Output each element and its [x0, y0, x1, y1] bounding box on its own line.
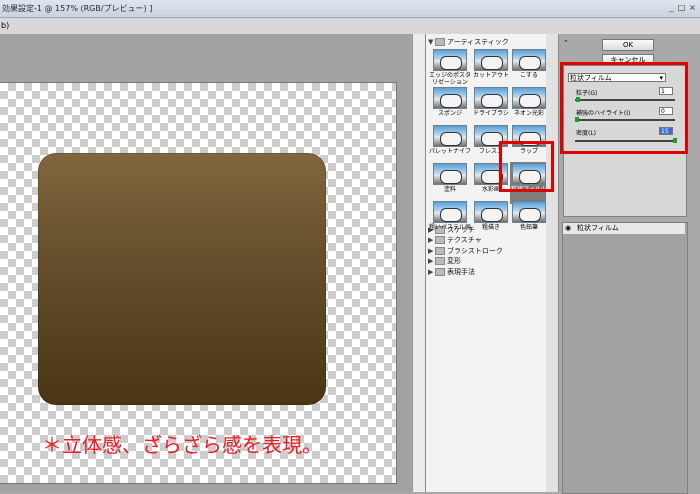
filter-thumbnail[interactable]: ネオン光彩 [510, 86, 548, 128]
maximize-icon[interactable]: □ [677, 2, 686, 13]
effect-layer-row[interactable]: ◉ 粒状フィルム [563, 223, 685, 234]
minimize-icon[interactable]: _ [667, 2, 676, 13]
filter-thumbnail-label: こする [520, 72, 538, 79]
filter-thumbnail[interactable]: 色鉛筆 [510, 200, 548, 242]
filter-thumbnail-image [433, 125, 467, 147]
filter-thumbnail-image [433, 201, 467, 223]
folder-icon [435, 38, 445, 46]
filter-thumbnail-image [512, 201, 546, 223]
chevron-right-icon: ▶ [428, 257, 434, 265]
menu-bar: b) [0, 18, 700, 35]
preview-scrollbar[interactable] [412, 34, 426, 492]
filter-thumbnail[interactable]: パレットナイフ [429, 124, 472, 166]
filter-thumbnail-image [474, 201, 508, 223]
filter-thumbnail[interactable]: 粗描き [472, 200, 510, 242]
filter-thumbnail[interactable]: スポンジ [431, 86, 469, 128]
filter-thumbnail[interactable]: こする [510, 48, 548, 90]
eye-icon[interactable]: ◉ [565, 223, 571, 234]
filter-gallery: ▼ アーティスティック ▶ スケッチ ▶ テクスチャ ▶ ブラシストローク ▶ 変形 ▶ 表… [425, 34, 548, 492]
chevron-right-icon: ▶ [428, 247, 434, 255]
filter-thumbnail-image [433, 49, 467, 71]
brown-rounded-square [38, 153, 326, 405]
folder-stylize[interactable]: ▶ 表現手法 [428, 267, 545, 277]
preview-canvas[interactable]: ＊立体感、ざらざら感を表現。 [0, 82, 397, 484]
annotation-text: ＊立体感、ざらざら感を表現。 [42, 433, 322, 457]
collapse-icon[interactable]: ⌃ [563, 39, 569, 47]
filter-thumbnail-image [433, 87, 467, 109]
layer-name: 粒状フィルム [577, 224, 619, 232]
folder-distort[interactable]: ▶ 変形 [428, 256, 545, 266]
folder-label: 変形 [447, 257, 461, 265]
gallery-scrollbar[interactable] [546, 34, 559, 492]
filter-thumbnail[interactable]: カットアウト [472, 48, 510, 90]
menu-label: b) [1, 21, 10, 30]
folder-icon [435, 247, 445, 255]
folder-label: 表現手法 [447, 268, 475, 276]
filter-thumbnail-label: エッジのポスタリゼーション [429, 72, 472, 86]
filter-thumbnail-label: 塗料 [443, 186, 456, 193]
highlight-box-settings [560, 62, 688, 154]
filter-thumbnail-image [474, 49, 508, 71]
filter-thumbnail-label: 粗描き [481, 224, 500, 231]
filter-thumbnail-image [512, 49, 546, 71]
chevron-right-icon: ▶ [428, 268, 434, 276]
close-icon[interactable]: × [688, 2, 697, 13]
filter-thumbnail[interactable]: 粗いパステル画 [429, 200, 472, 242]
ok-button[interactable]: OK [602, 39, 654, 51]
filter-thumbnail-label: カットアウト [472, 72, 509, 79]
filter-thumbnail[interactable]: エッジのポスタリゼーション [429, 48, 472, 90]
folder-artistic[interactable]: ▼ アーティスティック [428, 37, 545, 47]
filter-thumbnail-image [433, 163, 467, 185]
filter-thumbnail-label: スポンジ [437, 110, 462, 117]
folder-label: アーティスティック [447, 38, 509, 46]
highlight-box [499, 141, 554, 192]
folder-brush-strokes[interactable]: ▶ ブラシストローク [428, 246, 545, 256]
filter-thumbnail-label: ネオン光彩 [513, 110, 544, 117]
effect-layer-panel [562, 222, 688, 494]
filter-thumbnail[interactable]: ドライブラシ [472, 86, 510, 128]
filter-thumbnail-image [474, 87, 508, 109]
folder-label: ブラシストローク [447, 247, 503, 255]
folder-icon [435, 268, 445, 276]
filter-thumbnail[interactable]: 塗料 [431, 162, 469, 204]
window-title: 効果設定-1 @ 157% (RGB/プレビュー) ] [2, 4, 153, 13]
filter-thumbnail-label: 色鉛筆 [519, 224, 538, 231]
folder-icon [435, 257, 445, 265]
filter-thumbnail-label: ドライブラシ [473, 110, 509, 117]
filter-thumbnail-image [512, 87, 546, 109]
chevron-down-icon: ▼ [428, 38, 434, 46]
title-bar: 効果設定-1 @ 157% (RGB/プレビュー) ] _ □ × [0, 0, 700, 18]
filter-thumbnail-label: パレットナイフ [429, 148, 472, 155]
filter-thumbnail-label: 粗いパステル画 [429, 224, 472, 231]
